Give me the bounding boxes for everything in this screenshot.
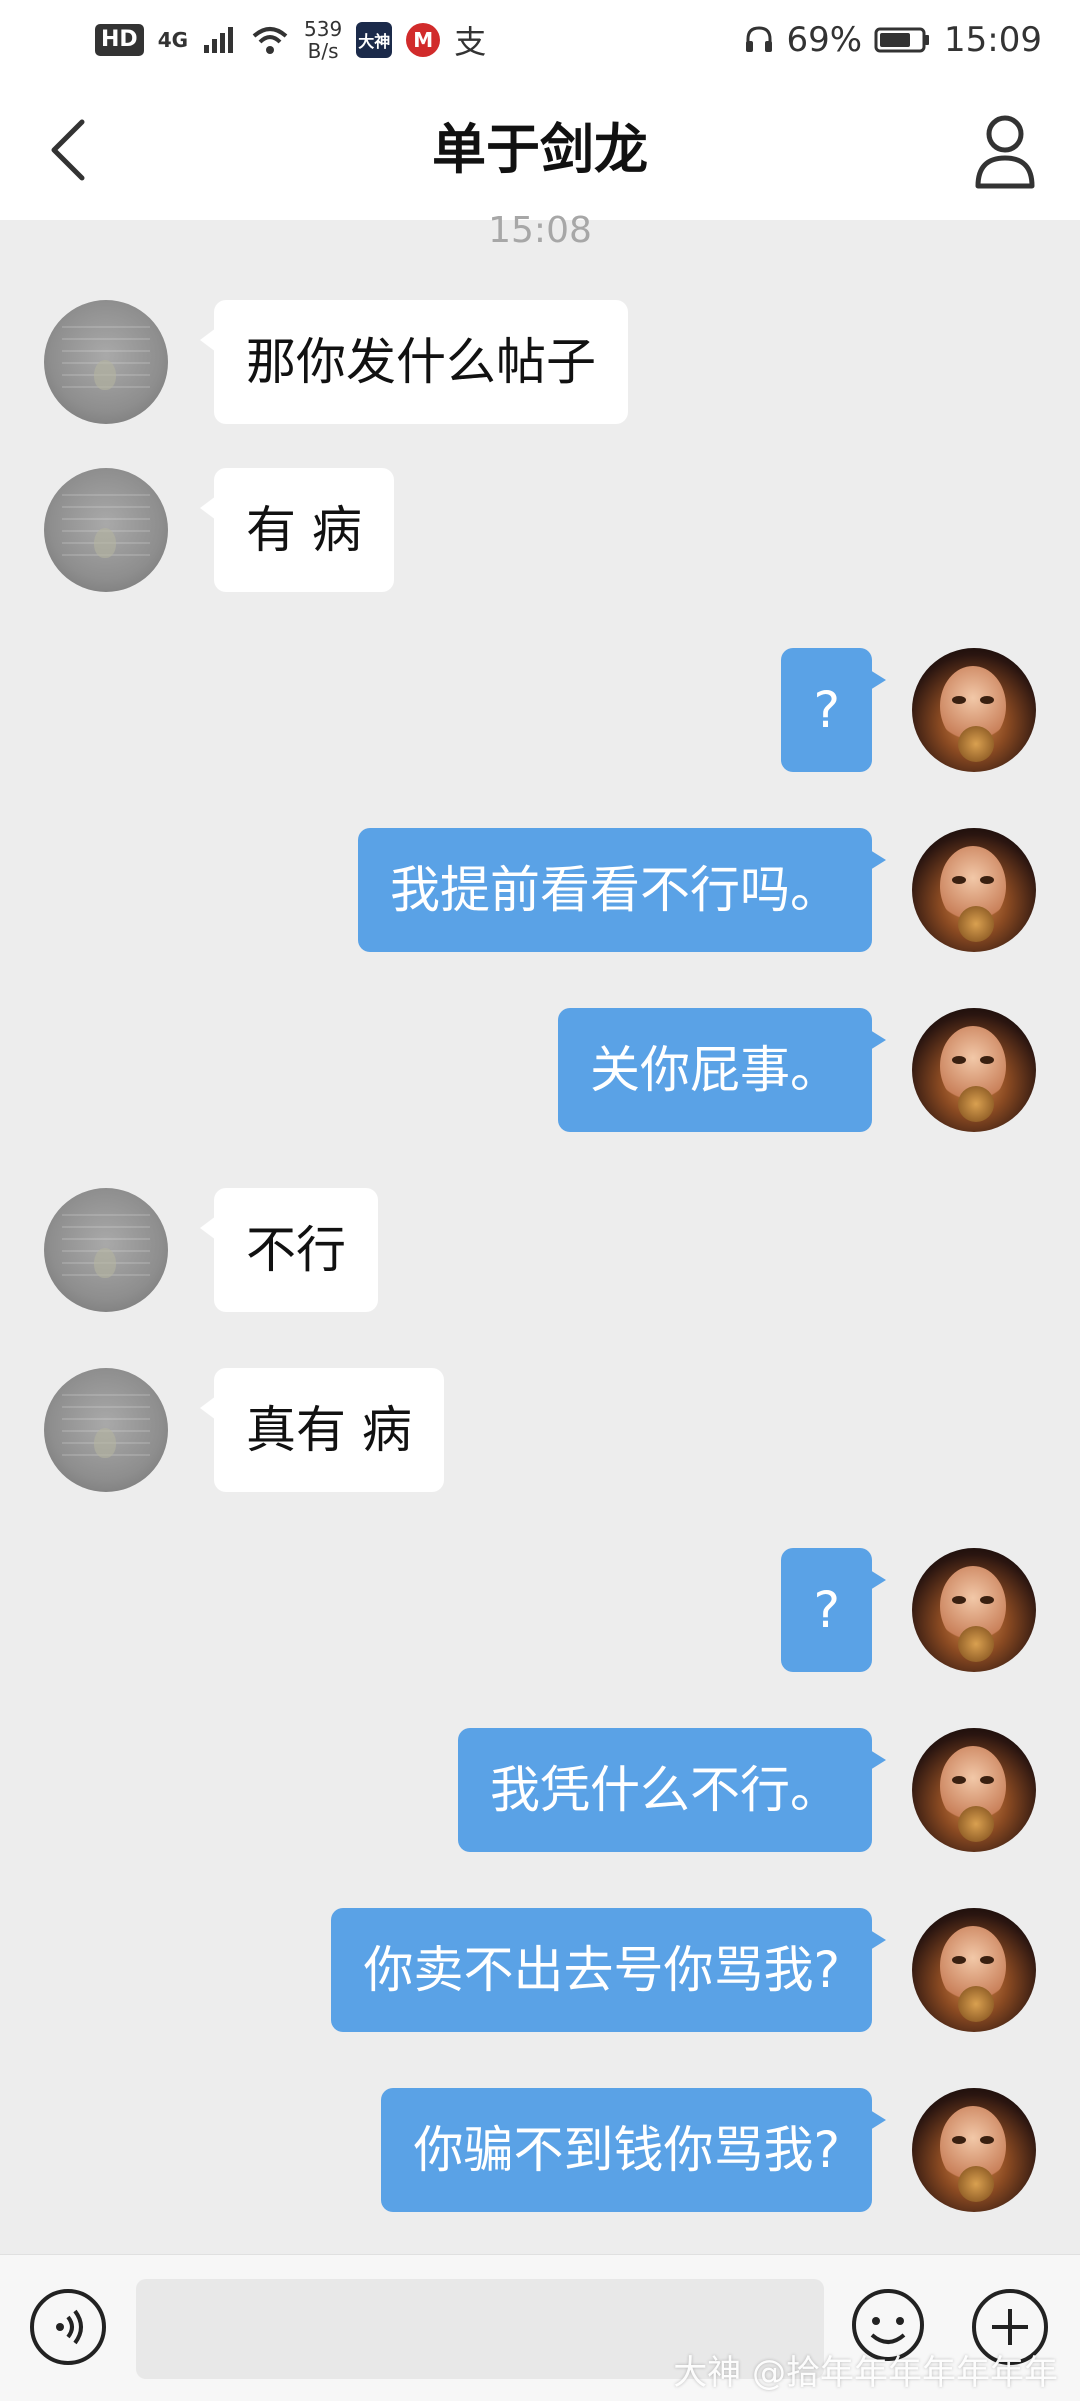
message-row: 不行 bbox=[0, 1188, 1080, 1314]
voice-button[interactable] bbox=[30, 2289, 106, 2365]
profile-button[interactable] bbox=[970, 108, 1040, 192]
message-row: 我凭什么不行。 bbox=[0, 1728, 1080, 1854]
net-speed-value: 539 bbox=[304, 17, 343, 41]
message-row: 我提前看看不行吗。 bbox=[0, 828, 1080, 954]
headphone-icon bbox=[746, 26, 773, 52]
chat-header: 单于剑龙 bbox=[0, 80, 1080, 220]
user-avatar[interactable] bbox=[912, 648, 1036, 772]
message-row: ? bbox=[0, 648, 1080, 774]
user-avatar[interactable] bbox=[912, 1908, 1036, 2032]
chat-title: 单于剑龙 bbox=[432, 118, 648, 181]
m-app-icon: M bbox=[406, 23, 441, 57]
contact-avatar[interactable] bbox=[44, 468, 168, 592]
message-row: 你卖不出去号你骂我? bbox=[0, 1908, 1080, 2034]
message-timestamp: 15:08 bbox=[488, 210, 592, 251]
message-row: 关你屁事。 bbox=[0, 1008, 1080, 1134]
message-row: 那你发什么帖子 bbox=[0, 300, 1080, 426]
contact-avatar[interactable] bbox=[44, 300, 168, 424]
sent-message-bubble[interactable]: 你卖不出去号你骂我? bbox=[331, 1908, 886, 2032]
wifi-icon bbox=[252, 27, 288, 54]
message-row: 你骗不到钱你骂我? bbox=[0, 2088, 1080, 2214]
voice-icon bbox=[56, 2309, 83, 2345]
net-speed-unit: B/s bbox=[307, 39, 339, 63]
hd-indicator: HD bbox=[95, 24, 144, 56]
user-avatar[interactable] bbox=[912, 1008, 1036, 1132]
alipay-icon: 支 bbox=[454, 23, 487, 61]
user-avatar[interactable] bbox=[912, 1728, 1036, 1852]
sent-message-bubble[interactable]: 你骗不到钱你骂我? bbox=[381, 2088, 886, 2212]
app-badge-label: 大神 bbox=[358, 32, 391, 51]
network-type: 4G bbox=[157, 28, 189, 52]
battery-percent: 69% bbox=[786, 20, 863, 60]
received-message-bubble[interactable]: 不行 bbox=[200, 1188, 378, 1312]
received-message-bubble[interactable]: 有 病 bbox=[200, 468, 394, 592]
watermark: 大神 @拾年年年年年年年 bbox=[673, 2353, 1058, 2393]
sent-message-bubble[interactable]: 我提前看看不行吗。 bbox=[358, 828, 886, 952]
input-bar: 大神 @拾年年年年年年年 bbox=[0, 2254, 1080, 2401]
received-message-bubble[interactable]: 那你发什么帖子 bbox=[200, 300, 628, 424]
battery-icon bbox=[874, 27, 930, 53]
clock: 15:09 bbox=[944, 20, 1042, 60]
contact-avatar[interactable] bbox=[44, 1188, 168, 1312]
status-bar: HD 4G 539 B/s 大神 M 支 69% 15:09 bbox=[0, 0, 1080, 80]
received-message-bubble[interactable]: 真有 病 bbox=[200, 1368, 444, 1492]
sent-message-bubble[interactable]: 关你屁事。 bbox=[558, 1008, 886, 1132]
message-row: ? bbox=[0, 1548, 1080, 1674]
app-badge-icon: 大神 bbox=[356, 22, 393, 58]
user-avatar[interactable] bbox=[912, 828, 1036, 952]
message-row: 真有 病 bbox=[0, 1368, 1080, 1494]
sent-message-bubble[interactable]: 我凭什么不行。 bbox=[458, 1728, 886, 1852]
signal-icon bbox=[204, 27, 234, 53]
user-avatar[interactable] bbox=[912, 1548, 1036, 1672]
message-row: 有 病 bbox=[0, 468, 1080, 594]
net-speed: 539 B/s bbox=[304, 18, 342, 62]
contact-avatar[interactable] bbox=[44, 1368, 168, 1492]
user-avatar[interactable] bbox=[912, 2088, 1036, 2212]
sent-message-bubble[interactable]: ? bbox=[781, 1548, 886, 1672]
status-bar-right: 69% 15:09 bbox=[744, 14, 1042, 66]
status-bar-left: HD 4G 539 B/s 大神 M 支 bbox=[95, 14, 486, 66]
sent-message-bubble[interactable]: ? bbox=[781, 648, 886, 772]
